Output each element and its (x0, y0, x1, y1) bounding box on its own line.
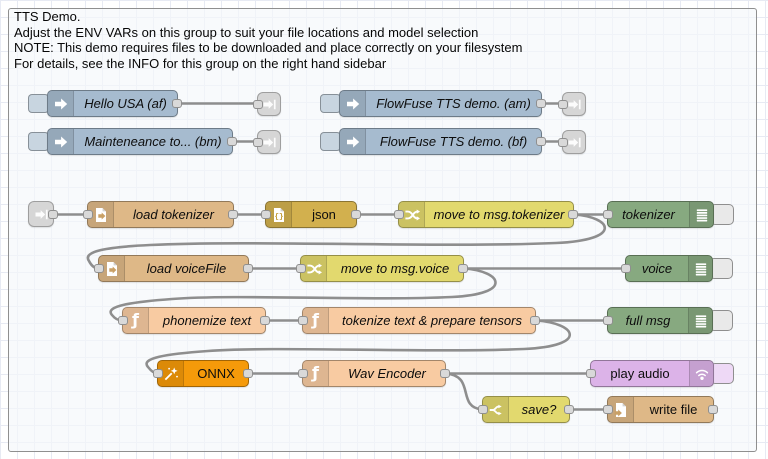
debug-list-icon (689, 202, 713, 227)
input-port[interactable] (478, 405, 488, 414)
output-port[interactable] (440, 369, 450, 378)
output-port[interactable] (243, 264, 253, 273)
node-label: Hello USA (af) (74, 91, 177, 116)
node-link-in[interactable] (28, 201, 54, 227)
node-label: load tokenizer (114, 202, 233, 227)
output-port[interactable] (227, 137, 237, 146)
node-save-switch[interactable]: save? (482, 396, 570, 423)
node-link-out[interactable] (562, 130, 586, 154)
node-label: phonemize text (149, 308, 265, 333)
output-port[interactable] (260, 316, 270, 325)
node-inject-maintenance[interactable]: Mainteneance to... (bm) (47, 128, 233, 155)
audio-waves-icon (689, 361, 713, 386)
node-link-out[interactable] (562, 92, 586, 116)
node-play-audio[interactable]: play audio (590, 360, 714, 387)
output-port[interactable] (48, 210, 58, 219)
node-label: tokenizer (608, 202, 689, 227)
link-out-icon (567, 135, 582, 150)
node-load-tokenizer[interactable]: load tokenizer (87, 201, 234, 228)
input-port[interactable] (603, 405, 613, 414)
node-tokenize-text[interactable]: ƒ tokenize text & prepare tensors (302, 307, 536, 334)
node-label: play audio (591, 361, 689, 386)
node-label: FlowFuse TTS demo. (bf) (366, 129, 541, 154)
inject-arrow-icon (340, 129, 366, 154)
inject-button[interactable] (28, 132, 49, 151)
node-label: json (292, 202, 356, 227)
node-debug-tokenizer[interactable]: tokenizer (607, 201, 714, 228)
input-port[interactable] (603, 210, 613, 219)
node-label: move to msg.voice (327, 256, 463, 281)
output-port[interactable] (530, 316, 540, 325)
node-link-out[interactable] (257, 92, 281, 116)
output-port[interactable] (568, 210, 578, 219)
input-port[interactable] (253, 100, 263, 109)
debug-list-icon (688, 308, 712, 333)
node-label: move to msg.tokenizer (425, 202, 573, 227)
input-port[interactable] (298, 369, 308, 378)
node-label: FlowFuse TTS demo. (am) (366, 91, 541, 116)
node-debug-voice[interactable]: voice (625, 255, 713, 282)
output-port[interactable] (228, 210, 238, 219)
node-json[interactable]: json (265, 201, 357, 228)
link-out-icon (567, 97, 582, 112)
output-port[interactable] (172, 99, 182, 108)
node-inject-flowfuse-am[interactable]: FlowFuse TTS demo. (am) (339, 90, 542, 117)
node-onnx[interactable]: ONNX (157, 360, 249, 387)
inject-button[interactable] (320, 94, 341, 113)
input-port[interactable] (261, 210, 271, 219)
input-port[interactable] (394, 210, 404, 219)
input-port[interactable] (94, 264, 104, 273)
output-port[interactable] (708, 405, 718, 414)
inject-arrow-icon (340, 91, 366, 116)
node-label: Mainteneance to... (bm) (74, 129, 232, 154)
node-label: load voiceFile (125, 256, 248, 281)
node-inject-hello-usa[interactable]: Hello USA (af) (47, 90, 178, 117)
node-label: ONNX (184, 361, 248, 386)
node-debug-full-msg[interactable]: full msg (607, 307, 713, 334)
inject-button[interactable] (28, 94, 49, 113)
link-out-icon (262, 97, 277, 112)
input-port[interactable] (621, 264, 631, 273)
node-load-voicefile[interactable]: load voiceFile (98, 255, 249, 282)
input-port[interactable] (603, 316, 613, 325)
output-port[interactable] (351, 210, 361, 219)
link-out-icon (262, 135, 277, 150)
output-port[interactable] (458, 264, 468, 273)
node-inject-flowfuse-bf[interactable]: FlowFuse TTS demo. (bf) (339, 128, 542, 155)
output-port[interactable] (536, 99, 546, 108)
inject-arrow-icon (48, 129, 74, 154)
node-phonemize-text[interactable]: ƒ phonemize text (122, 307, 266, 334)
input-port[interactable] (296, 264, 306, 273)
node-label: full msg (608, 308, 688, 333)
input-port[interactable] (558, 138, 568, 147)
node-label: tokenize text & prepare tensors (329, 308, 535, 333)
node-move-to-tokenizer[interactable]: move to msg.tokenizer (398, 201, 574, 228)
link-in-icon (34, 207, 49, 222)
debug-list-icon (688, 256, 712, 281)
input-port[interactable] (253, 138, 263, 147)
output-port[interactable] (536, 137, 546, 146)
input-port[interactable] (118, 316, 128, 325)
input-port[interactable] (586, 369, 596, 378)
input-port[interactable] (83, 210, 93, 219)
node-write-file[interactable]: write file (607, 396, 714, 423)
wires-layer (0, 0, 768, 459)
node-label: voice (626, 256, 688, 281)
input-port[interactable] (153, 369, 163, 378)
node-link-out[interactable] (257, 130, 281, 154)
output-port[interactable] (564, 405, 574, 414)
inject-button[interactable] (320, 132, 341, 151)
node-label: Wav Encoder (329, 361, 445, 386)
node-move-to-voice[interactable]: move to msg.voice (300, 255, 464, 282)
node-wav-encoder[interactable]: ƒ Wav Encoder (302, 360, 446, 387)
output-port[interactable] (243, 369, 253, 378)
input-port[interactable] (298, 316, 308, 325)
inject-arrow-icon (48, 91, 74, 116)
input-port[interactable] (558, 100, 568, 109)
node-label: write file (634, 397, 713, 422)
node-label: save? (509, 397, 569, 422)
